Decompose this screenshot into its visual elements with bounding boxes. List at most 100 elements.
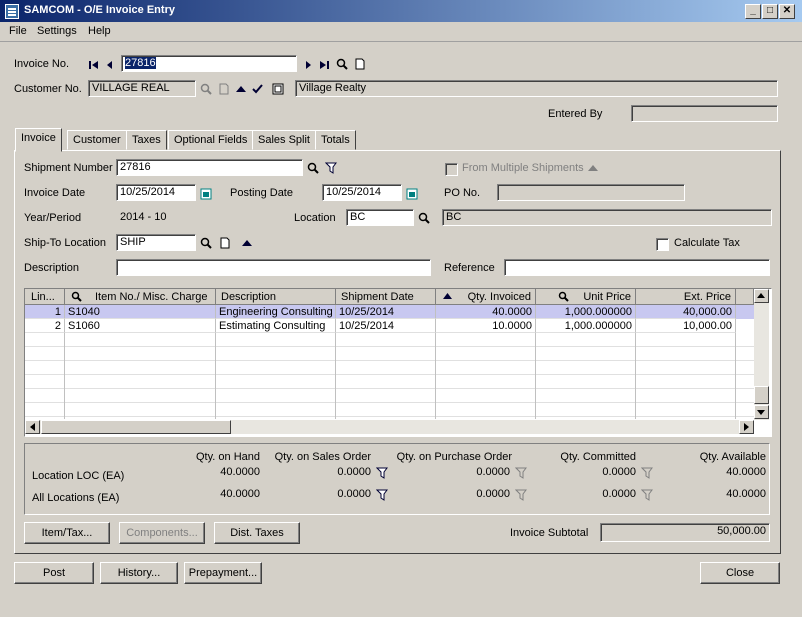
po-no-label: PO No. xyxy=(444,187,481,199)
invoice-date-calendar-icon[interactable] xyxy=(200,188,212,200)
scroll-right-button[interactable] xyxy=(739,420,754,434)
all-qty-committed: 0.0000 xyxy=(602,488,636,500)
table-row[interactable]: 1 S1040 Engineering Consulting 10/25/201… xyxy=(25,305,754,319)
column-header-qty-invoiced[interactable]: Qty. Invoiced xyxy=(436,289,536,305)
row-qty: 40.0000 xyxy=(436,305,536,319)
invoice-detail-grid[interactable]: Lin... Item No./ Misc. Charge Descriptio… xyxy=(24,288,772,437)
location-input[interactable]: BC xyxy=(346,209,414,226)
tab-sales-split[interactable]: Sales Split xyxy=(252,130,316,150)
prepayment-button[interactable]: Prepayment... xyxy=(184,562,262,584)
tab-customer[interactable]: Customer xyxy=(67,130,127,150)
ship-to-zoom-icon[interactable] xyxy=(241,237,253,249)
all-sales-order-drilldown-icon[interactable] xyxy=(376,489,388,501)
history-button[interactable]: History... xyxy=(100,562,178,584)
scroll-thumb[interactable] xyxy=(754,386,769,404)
qty-on-purchase-order-header: Qty. on Purchase Order xyxy=(396,451,512,463)
all-po-drilldown-icon[interactable] xyxy=(515,489,527,501)
location-qty-on-po: 0.0000 xyxy=(476,466,510,478)
finder-icon[interactable] xyxy=(336,58,348,70)
year-period-field: 2014 - 10 xyxy=(116,209,194,226)
posting-date-input[interactable]: 10/25/2014 xyxy=(322,184,402,201)
invoice-no-input[interactable]: 27816 xyxy=(121,55,297,72)
close-window-button[interactable]: ✕ xyxy=(779,4,795,19)
customer-finder-icon[interactable] xyxy=(200,83,212,95)
column-header-description[interactable]: Description xyxy=(216,289,336,305)
customer-name-field: Village Realty xyxy=(295,80,778,97)
empty-rows xyxy=(25,333,754,419)
reference-input[interactable] xyxy=(504,259,770,276)
zoom-up-icon[interactable] xyxy=(235,83,247,95)
item-finder-icon[interactable] xyxy=(71,291,82,302)
maximize-button[interactable]: □ xyxy=(762,4,778,19)
scroll-up-button[interactable] xyxy=(754,289,769,303)
ship-to-location-input[interactable]: SHIP xyxy=(116,234,196,251)
last-record-icon[interactable] xyxy=(318,59,330,71)
ship-to-new-icon[interactable] xyxy=(219,237,231,249)
all-qty-on-hand: 40.0000 xyxy=(220,488,260,500)
next-record-icon[interactable] xyxy=(302,59,314,71)
all-qty-on-po: 0.0000 xyxy=(476,488,510,500)
column-header-item[interactable]: Item No./ Misc. Charge xyxy=(65,289,216,305)
menu-settings[interactable]: Settings xyxy=(37,25,77,37)
menu-bar: File Settings Help xyxy=(0,22,802,42)
menu-help[interactable]: Help xyxy=(88,25,111,37)
shipment-finder-icon[interactable] xyxy=(307,162,319,174)
description-input[interactable] xyxy=(116,259,431,276)
scroll-left-button[interactable] xyxy=(25,420,40,434)
row-item: S1040 xyxy=(65,305,216,319)
customer-no-input[interactable]: VILLAGE REAL xyxy=(88,80,196,97)
new-document-icon[interactable] xyxy=(354,58,366,70)
ship-to-finder-icon[interactable] xyxy=(200,237,212,249)
location-finder-icon[interactable] xyxy=(418,212,430,224)
qty-zoom-icon[interactable] xyxy=(442,291,453,302)
customer-new-icon[interactable] xyxy=(218,83,230,95)
shipment-number-input[interactable]: 27816 xyxy=(116,159,303,176)
tab-optional-fields[interactable]: Optional Fields xyxy=(168,130,254,150)
column-header-shipment-date[interactable]: Shipment Date xyxy=(336,289,436,305)
column-header-unit-price[interactable]: Unit Price xyxy=(536,289,636,305)
unit-price-finder-icon[interactable] xyxy=(558,291,569,302)
all-committed-drilldown-icon[interactable] xyxy=(641,489,653,501)
close-button[interactable]: Close xyxy=(700,562,780,584)
from-multiple-shipments-checkbox[interactable] xyxy=(445,163,458,176)
tab-taxes[interactable]: Taxes xyxy=(126,130,167,150)
vertical-scrollbar[interactable] xyxy=(754,289,769,420)
po-no-input[interactable] xyxy=(497,184,685,201)
h-scroll-thumb[interactable] xyxy=(41,420,231,434)
calculate-tax-checkbox[interactable] xyxy=(656,238,669,251)
location-description-field: BC xyxy=(442,209,772,226)
row-line: 2 xyxy=(25,319,65,333)
window-title: SAMCOM - O/E Invoice Entry xyxy=(24,4,175,16)
minimize-button[interactable]: _ xyxy=(745,4,761,19)
invoice-date-input[interactable]: 10/25/2014 xyxy=(116,184,196,201)
tab-totals[interactable]: Totals xyxy=(315,130,356,150)
column-header-ext-price[interactable]: Ext. Price xyxy=(636,289,736,305)
customer-info-icon[interactable] xyxy=(272,83,284,95)
scroll-down-button[interactable] xyxy=(754,405,769,419)
tab-invoice[interactable]: Invoice xyxy=(15,128,62,152)
posting-date-calendar-icon[interactable] xyxy=(406,188,418,200)
post-button[interactable]: Post xyxy=(14,562,94,584)
table-row[interactable]: 2 S1060 Estimating Consulting 10/25/2014… xyxy=(25,319,754,333)
column-header-line[interactable]: Lin... xyxy=(25,289,65,305)
posting-date-label: Posting Date xyxy=(230,187,293,199)
sales-order-drilldown-icon[interactable] xyxy=(376,467,388,479)
app-icon xyxy=(5,4,19,19)
previous-record-icon[interactable] xyxy=(104,59,116,71)
qty-on-sales-order-header: Qty. on Sales Order xyxy=(274,451,371,463)
item-tax-button[interactable]: Item/Tax... xyxy=(24,522,110,544)
edit-check-icon[interactable] xyxy=(252,83,264,95)
po-drilldown-icon[interactable] xyxy=(515,467,527,479)
dist-taxes-button[interactable]: Dist. Taxes xyxy=(214,522,300,544)
title-bar[interactable]: SAMCOM - O/E Invoice Entry _ □ ✕ xyxy=(0,0,802,22)
location-qty-available: 40.0000 xyxy=(726,466,766,478)
multiple-shipments-zoom-icon[interactable] xyxy=(587,162,599,174)
from-multiple-shipments-label: From Multiple Shipments xyxy=(462,162,584,174)
horizontal-scrollbar[interactable] xyxy=(25,420,754,434)
shipment-drilldown-icon[interactable] xyxy=(325,162,337,174)
components-button[interactable]: Components... xyxy=(119,522,205,544)
invoice-subtotal-field: 50,000.00 xyxy=(600,523,770,542)
menu-file[interactable]: File xyxy=(9,25,27,37)
first-record-icon[interactable] xyxy=(88,59,100,71)
committed-drilldown-icon[interactable] xyxy=(641,467,653,479)
